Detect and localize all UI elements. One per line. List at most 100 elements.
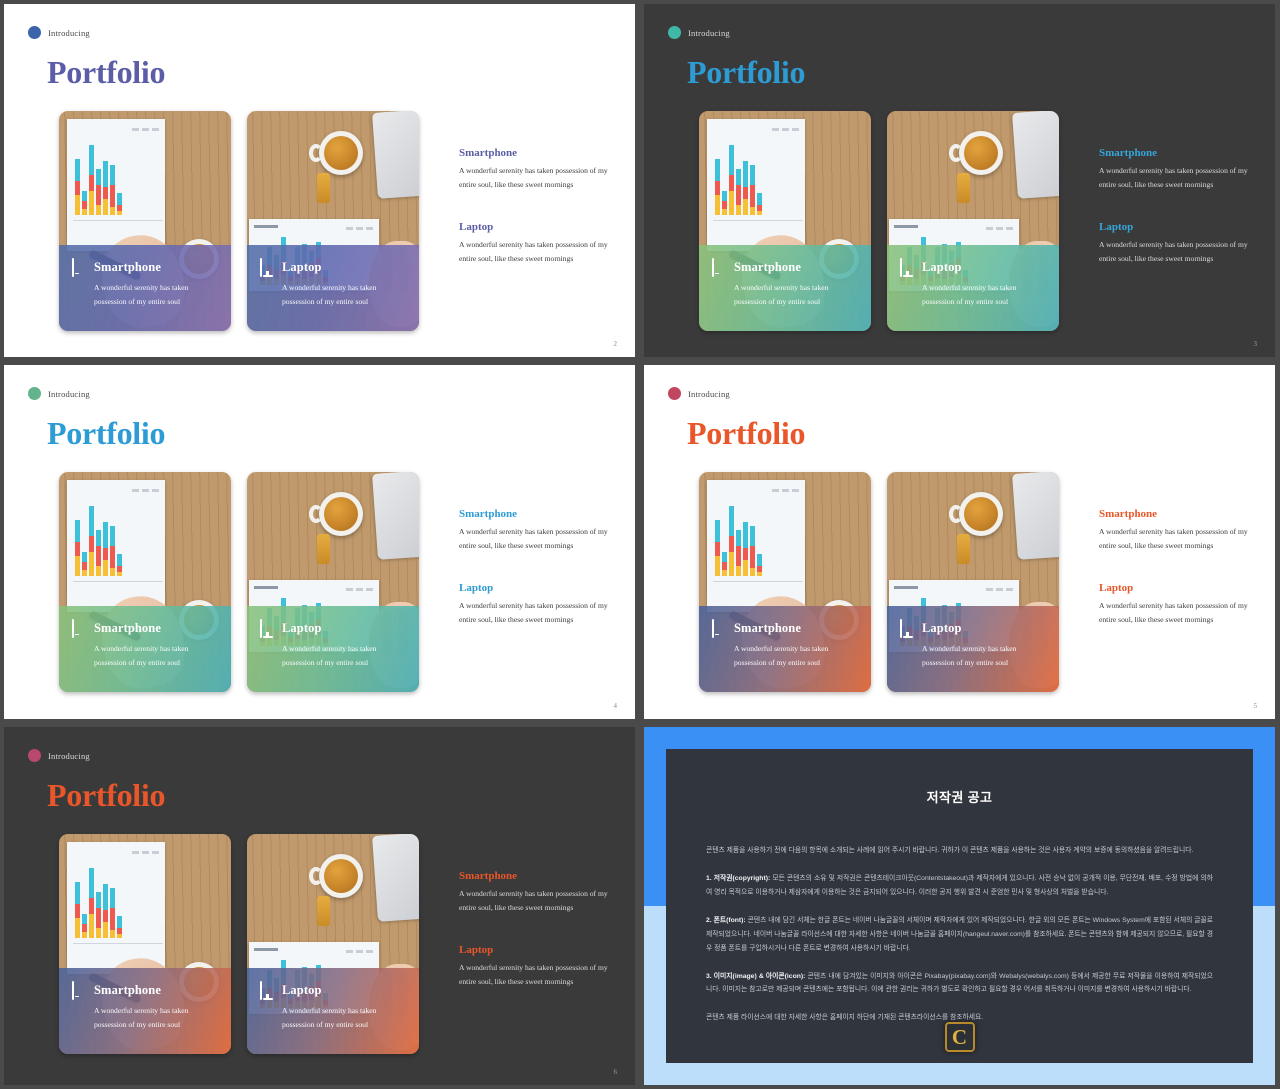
bullet-dot-icon [668, 387, 681, 400]
feature-heading: Smartphone [459, 870, 518, 882]
card-title: Laptop [282, 621, 322, 635]
slide-cell-6[interactable]: Introducing Portfolio Smartphone A wonde… [0, 723, 640, 1089]
brand-logo-icon: C [944, 1022, 975, 1052]
card-title: Laptop [922, 260, 962, 274]
slide-cell-3[interactable]: Introducing Portfolio Smartphone A wonde… [640, 0, 1280, 361]
portfolio-cards: Smartphone A wonderful serenity has take… [699, 111, 1059, 331]
copyright-item-1-label: 1. 저작권(copyright): [706, 874, 771, 882]
feature-body: A wonderful serenity has taken possessio… [459, 527, 608, 551]
card-laptop[interactable]: Laptop A wonderful serenity has taken po… [247, 472, 419, 692]
bullet-dot-icon [28, 26, 41, 39]
portfolio-cards: Smartphone A wonderful serenity has take… [59, 111, 419, 331]
copyright-item-3: 3. 이미지(image) & 아이콘(icon): 콘텐츠 내에 담겨있는 이… [706, 970, 1213, 998]
feature-list: Smartphone A wonderful serenity has take… [1099, 508, 1249, 627]
feature-body: A wonderful serenity has taken possessio… [1099, 527, 1248, 551]
feature-body: A wonderful serenity has taken possessio… [459, 963, 608, 987]
slide-5[interactable]: Introducing Portfolio Smartphone A wonde… [644, 365, 1275, 719]
slide-4[interactable]: Introducing Portfolio Smartphone A wonde… [4, 365, 635, 719]
card-smartphone[interactable]: Smartphone A wonderful serenity has take… [59, 834, 231, 1054]
feature-list: Smartphone A wonderful serenity has take… [459, 870, 609, 989]
page-title: Portfolio [47, 415, 166, 451]
card-title: Laptop [922, 621, 962, 635]
card-laptop[interactable]: Laptop A wonderful serenity has taken po… [247, 111, 419, 331]
copyright-panel: 저작권 공고 콘텐츠 제품을 사용하기 전에 다음의 항목에 소개되는 사례에 … [666, 749, 1253, 1063]
card-caption: Laptop A wonderful serenity has taken po… [247, 606, 419, 692]
copyright-item-1-text: 모든 콘텐츠의 소유 및 저작권은 콘텐츠테이크아웃(Contentstakeo… [706, 874, 1213, 896]
slide-header: Introducing [668, 387, 730, 400]
slide-cell-5[interactable]: Introducing Portfolio Smartphone A wonde… [640, 361, 1280, 723]
card-body: A wonderful serenity has taken possessio… [94, 283, 189, 307]
page-number: 2 [613, 340, 618, 348]
card-caption: Laptop A wonderful serenity has taken po… [247, 245, 419, 331]
feature-body: A wonderful serenity has taken possessio… [459, 166, 608, 190]
page-title: Portfolio [47, 777, 166, 813]
page-title: Portfolio [687, 54, 806, 90]
eyebrow-label: Introducing [48, 27, 90, 38]
copyright-item-2: 2. 폰트(font): 콘텐츠 내에 담긴 서체는 한글 폰트는 네이버 나눔… [706, 914, 1213, 956]
feature-body: A wonderful serenity has taken possessio… [459, 889, 608, 913]
feature-heading: Smartphone [459, 147, 518, 159]
card-smartphone[interactable]: Smartphone A wonderful serenity has take… [699, 111, 871, 331]
feature-body: A wonderful serenity has taken possessio… [459, 240, 608, 264]
portfolio-cards: Smartphone A wonderful serenity has take… [699, 472, 1059, 692]
eyebrow-label: Introducing [688, 388, 730, 399]
bullet-dot-icon [28, 387, 41, 400]
card-smartphone[interactable]: Smartphone A wonderful serenity has take… [699, 472, 871, 692]
card-body: A wonderful serenity has taken possessio… [734, 283, 829, 307]
slide-3[interactable]: Introducing Portfolio Smartphone A wonde… [644, 4, 1275, 357]
page-number: 3 [1253, 340, 1258, 348]
card-title: Smartphone [94, 983, 161, 997]
feature-heading: Smartphone [459, 508, 518, 520]
slide-header: Introducing [668, 26, 730, 39]
card-smartphone[interactable]: Smartphone A wonderful serenity has take… [59, 111, 231, 331]
card-body: A wonderful serenity has taken possessio… [922, 283, 1017, 307]
slide-header: Introducing [28, 749, 90, 762]
copyright-item-2-label: 2. 폰트(font): [706, 916, 746, 924]
card-body: A wonderful serenity has taken possessio… [282, 1006, 377, 1030]
feature-list: Smartphone A wonderful serenity has take… [1099, 147, 1249, 266]
copyright-item-1: 1. 저작권(copyright): 모든 콘텐츠의 소유 및 저작권은 콘텐츠… [706, 872, 1213, 900]
feature-heading: Laptop [1099, 582, 1134, 595]
slide-cell-2[interactable]: Introducing Portfolio Smartphone A wonde… [0, 0, 640, 361]
phone-icon [712, 619, 725, 638]
monitor-icon [900, 258, 913, 277]
card-laptop[interactable]: Laptop A wonderful serenity has taken po… [887, 472, 1059, 692]
card-caption: Smartphone A wonderful serenity has take… [59, 606, 231, 692]
eyebrow-label: Introducing [48, 750, 90, 761]
monitor-icon [900, 619, 913, 638]
card-title: Laptop [282, 260, 322, 274]
slide-2[interactable]: Introducing Portfolio Smartphone A wonde… [4, 4, 635, 357]
phone-icon [712, 258, 725, 277]
feature-body: A wonderful serenity has taken possessio… [1099, 240, 1248, 264]
copyright-title: 저작권 공고 [926, 790, 993, 805]
copyright-frame: 저작권 공고 콘텐츠 제품을 사용하기 전에 다음의 항목에 소개되는 사례에 … [644, 727, 1275, 1085]
page-number: 6 [613, 1068, 618, 1076]
feature-heading: Laptop [459, 944, 494, 957]
card-title: Smartphone [94, 260, 161, 274]
card-laptop[interactable]: Laptop A wonderful serenity has taken po… [887, 111, 1059, 331]
slide-cell-4[interactable]: Introducing Portfolio Smartphone A wonde… [0, 361, 640, 723]
card-laptop[interactable]: Laptop A wonderful serenity has taken po… [247, 834, 419, 1054]
portfolio-cards: Smartphone A wonderful serenity has take… [59, 834, 419, 1054]
copyright-cell[interactable]: 저작권 공고 콘텐츠 제품을 사용하기 전에 다음의 항목에 소개되는 사례에 … [640, 723, 1280, 1089]
feature-body: A wonderful serenity has taken possessio… [1099, 166, 1248, 190]
monitor-icon [260, 258, 273, 277]
feature-heading: Laptop [459, 582, 494, 595]
card-body: A wonderful serenity has taken possessio… [282, 283, 377, 307]
portfolio-cards: Smartphone A wonderful serenity has take… [59, 472, 419, 692]
card-body: A wonderful serenity has taken possessio… [282, 644, 377, 668]
card-body: A wonderful serenity has taken possessio… [734, 644, 829, 668]
card-caption: Smartphone A wonderful serenity has take… [59, 245, 231, 331]
slide-6[interactable]: Introducing Portfolio Smartphone A wonde… [4, 727, 635, 1085]
card-body: A wonderful serenity has taken possessio… [94, 1006, 189, 1030]
card-title: Smartphone [94, 621, 161, 635]
copyright-item-2-text: 콘텐츠 내에 담긴 서체는 한글 폰트는 네이버 나눔글꼴의 서체이며 제작자에… [706, 916, 1213, 952]
card-smartphone[interactable]: Smartphone A wonderful serenity has take… [59, 472, 231, 692]
page-title: Portfolio [47, 54, 166, 90]
phone-icon [72, 619, 85, 638]
feature-heading: Smartphone [1099, 147, 1158, 159]
card-title: Smartphone [734, 260, 801, 274]
feature-list: Smartphone A wonderful serenity has take… [459, 147, 609, 266]
copyright-intro: 콘텐츠 제품을 사용하기 전에 다음의 항목에 소개되는 사례에 읽어 주시기 … [706, 847, 1194, 854]
card-body: A wonderful serenity has taken possessio… [94, 644, 189, 668]
